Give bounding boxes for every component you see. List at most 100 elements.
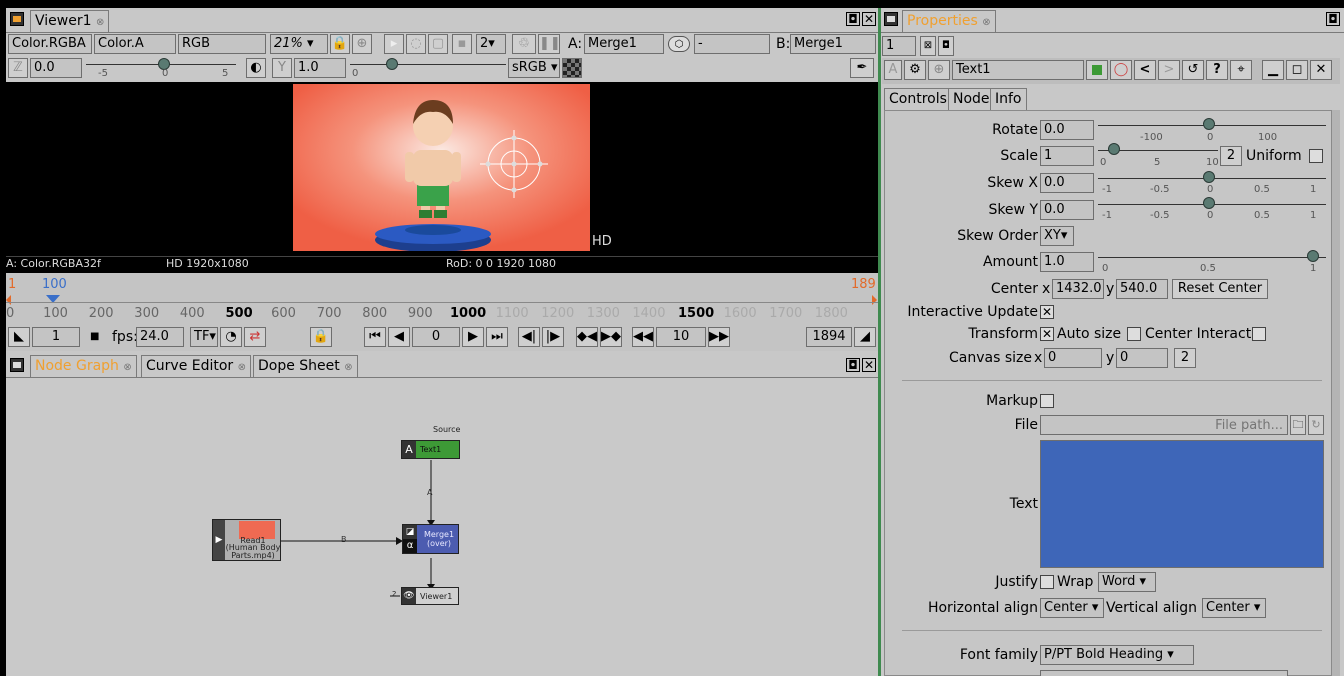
input-b-select[interactable]: Merge1 xyxy=(790,34,876,54)
auto-size-checkbox[interactable] xyxy=(1127,327,1141,341)
max-panels-field[interactable]: 1 xyxy=(882,36,916,56)
restore-defaults-icon[interactable]: ↺ xyxy=(1182,60,1204,80)
scale-field[interactable]: 1 xyxy=(1040,146,1094,166)
amount-slider-knob[interactable] xyxy=(1307,250,1319,262)
transform-checkbox[interactable]: ✕ xyxy=(1040,327,1054,341)
minimize-icon[interactable]: ▁ xyxy=(1262,60,1284,80)
interactive-update-checkbox[interactable]: ✕ xyxy=(1040,305,1054,319)
tab-controls[interactable]: Controls xyxy=(884,88,952,110)
text-node[interactable]: A Text1 xyxy=(401,440,460,459)
wrap-mode-select[interactable]: Word ▾ xyxy=(1098,572,1156,592)
undo-icon[interactable]: < xyxy=(1134,60,1156,80)
pane-menu-icon[interactable] xyxy=(10,358,24,372)
skip-forward-icon[interactable]: ▶▶ xyxy=(708,327,730,347)
amount-field[interactable]: 1.0 xyxy=(1040,252,1094,272)
overlay-color-icon[interactable]: ◯ xyxy=(1110,60,1132,80)
prev-keyframe-icon[interactable]: ◆◀ xyxy=(576,327,598,347)
set-in-point-icon[interactable]: ◣ xyxy=(8,327,30,347)
tab-node[interactable]: Node xyxy=(948,88,995,110)
amount-slider[interactable] xyxy=(1098,257,1326,258)
loop-icon[interactable]: ⇄ xyxy=(244,327,266,347)
pane-menu-icon[interactable] xyxy=(884,12,898,26)
checkerboard-icon[interactable] xyxy=(562,58,582,78)
close-pane-icon[interactable]: ✕ xyxy=(862,12,876,26)
canvas-dimension-button[interactable]: 2 xyxy=(1174,348,1196,368)
properties-scrollbar[interactable] xyxy=(1332,110,1340,676)
close-tab-icon[interactable]: ⊗ xyxy=(238,362,246,373)
clip-toggle-icon[interactable]: ◐ xyxy=(246,58,266,78)
float-pane-icon[interactable]: ◘ xyxy=(1326,12,1340,26)
float-pane-icon[interactable]: ◘ xyxy=(846,12,860,26)
play-forward-icon[interactable]: ▶ xyxy=(462,327,484,347)
prev-frame-icon[interactable]: ◀| xyxy=(518,327,540,347)
rotate-slider-knob[interactable] xyxy=(1203,118,1215,130)
minimize-panels-icon[interactable]: ◘ xyxy=(938,36,954,56)
tab-curve-editor[interactable]: Curve Editor ⊗ xyxy=(141,355,252,377)
playback-mode-icon[interactable]: ◔ xyxy=(220,327,242,347)
tab-properties[interactable]: Properties ⊗ xyxy=(902,10,996,32)
uniform-checkbox[interactable] xyxy=(1309,149,1323,163)
next-keyframe-icon[interactable]: ▶◆ xyxy=(600,327,622,347)
scale-slider-knob[interactable] xyxy=(1108,143,1120,155)
font-family-select[interactable]: P/PT Bold Heading ▾ xyxy=(1040,645,1194,665)
wipe-mode-icon[interactable]: ⬡ xyxy=(668,36,690,52)
tf-select[interactable]: TF▾ xyxy=(190,327,218,347)
increment-field[interactable]: 10 xyxy=(656,327,706,347)
close-tab-icon[interactable]: ⊗ xyxy=(344,362,352,373)
gamma-toggle-icon[interactable]: Y xyxy=(272,58,292,78)
close-node-icon[interactable]: ✕ xyxy=(1310,60,1332,80)
channels-select[interactable]: RGB xyxy=(178,34,266,54)
close-tab-icon[interactable]: ⊗ xyxy=(982,17,990,28)
close-tab-icon[interactable]: ⊗ xyxy=(96,17,104,28)
read-node[interactable]: ▶ Read1 (Human Body Parts.mp4) xyxy=(212,519,281,561)
pane-menu-icon[interactable] xyxy=(10,12,24,26)
skew-x-slider-knob[interactable] xyxy=(1203,171,1215,183)
input-a-select[interactable]: Merge1 xyxy=(584,34,664,54)
turbo-icon[interactable]: ■ xyxy=(90,327,99,347)
canvas-x-field[interactable]: 0 xyxy=(1044,348,1102,368)
gamma-field[interactable]: 1.0 xyxy=(294,58,346,78)
center-y-field[interactable]: 540.0 xyxy=(1116,279,1168,299)
close-tab-icon[interactable]: ⊗ xyxy=(123,362,131,373)
fps-field[interactable]: 24.0 xyxy=(136,327,184,347)
play-backward-icon[interactable]: ◀ xyxy=(388,327,410,347)
skew-x-field[interactable]: 0.0 xyxy=(1040,173,1094,193)
render-scale-icon[interactable]: ▢ xyxy=(428,34,448,54)
proxy-level-select[interactable]: 2▾ xyxy=(476,34,506,54)
colorspace-select[interactable]: sRGB ▾ xyxy=(508,58,560,78)
skew-y-slider-knob[interactable] xyxy=(1203,197,1215,209)
center-node-icon[interactable]: ⌖ xyxy=(1230,60,1252,80)
tab-info[interactable]: Info xyxy=(990,88,1027,110)
pause-icon[interactable]: ❚❚ xyxy=(538,34,560,54)
node-settings-icon[interactable]: ⚙ xyxy=(904,60,926,80)
canvas-y-field[interactable]: 0 xyxy=(1116,348,1168,368)
folder-icon[interactable]: 🗀 xyxy=(1290,415,1306,435)
justify-checkbox[interactable] xyxy=(1040,575,1054,589)
color-picker-icon[interactable]: ✒ xyxy=(850,58,874,78)
file-path-input[interactable] xyxy=(1040,415,1288,435)
node-add-icon[interactable]: ⊕ xyxy=(928,60,950,80)
lock-icon[interactable]: 🔒 xyxy=(330,34,350,54)
wipe-mode-select[interactable]: - xyxy=(694,34,770,54)
proxy-toggle-icon[interactable]: ▪ xyxy=(452,34,472,54)
merge-node[interactable]: ◪ α Merge1 (over) xyxy=(402,524,459,554)
first-frame-icon[interactable]: ⏮ xyxy=(364,327,386,347)
center-x-field[interactable]: 1432.0 xyxy=(1052,279,1104,299)
center-interact-checkbox[interactable] xyxy=(1252,327,1266,341)
current-frame-field[interactable]: 0 xyxy=(412,327,460,347)
tab-dope-sheet[interactable]: Dope Sheet ⊗ xyxy=(253,355,358,377)
end-frame-field[interactable]: 1894 xyxy=(806,327,852,347)
float-pane-icon[interactable]: ◘ xyxy=(846,358,860,372)
vertical-align-select[interactable]: Center ▾ xyxy=(1202,598,1266,618)
layer-select[interactable]: Color.RGBA xyxy=(8,34,92,54)
scale-dimension-button[interactable]: 2 xyxy=(1220,146,1242,166)
node-name-field[interactable]: Text1 xyxy=(952,60,1084,80)
help-icon[interactable]: ? xyxy=(1206,60,1228,80)
markup-checkbox[interactable] xyxy=(1040,394,1054,408)
text-area[interactable] xyxy=(1040,440,1324,568)
horizontal-align-select[interactable]: Center ▾ xyxy=(1040,598,1104,618)
viewer-node[interactable]: 👁 Viewer1 xyxy=(401,587,459,605)
skew-order-select[interactable]: XY▾ xyxy=(1040,226,1074,246)
float-icon[interactable]: ◻ xyxy=(1286,60,1308,80)
next-frame-icon[interactable]: |▶ xyxy=(542,327,564,347)
